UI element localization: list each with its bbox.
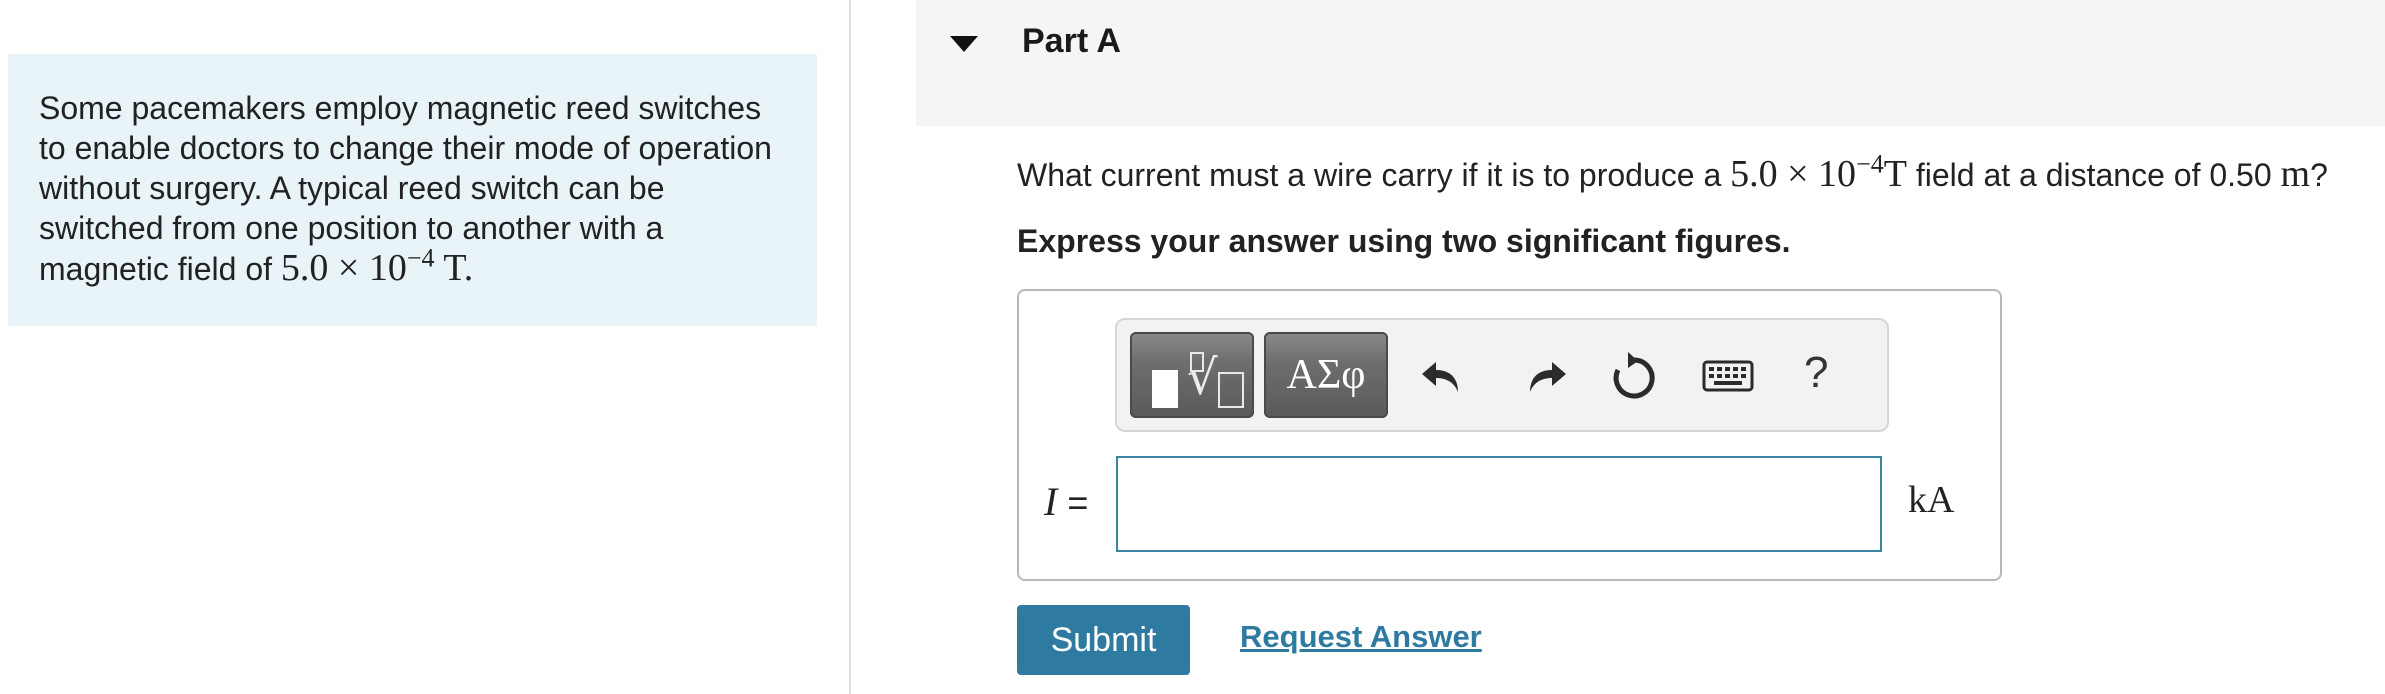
request-answer-link[interactable]: Request Answer [1240, 619, 1482, 655]
submit-button[interactable]: Submit [1017, 605, 1190, 675]
question-text: What current must a wire carry if it is … [1017, 149, 2328, 195]
answer-unit-label: kA [1908, 479, 1955, 521]
greek-symbols-label: ΑΣφ [1286, 352, 1366, 398]
redo-icon[interactable] [1514, 346, 1570, 406]
panel-divider [849, 0, 851, 694]
undo-icon[interactable] [1418, 346, 1474, 406]
radical-glyph: √ [1187, 350, 1218, 406]
answer-variable-label: I = [1044, 479, 1089, 524]
part-header [916, 0, 2385, 126]
reset-icon[interactable] [1606, 346, 1662, 406]
collapse-caret-icon[interactable] [950, 36, 978, 52]
part-title[interactable]: Part A [1022, 22, 1121, 61]
help-button[interactable]: ? [1804, 348, 1828, 398]
intro-panel: Some pacemakers employ magnetic reed swi… [8, 54, 817, 326]
keyboard-icon[interactable] [1700, 346, 1756, 406]
intro-field-value: 5.0 × 10−4 T. [280, 243, 474, 289]
instruction-text: Express your answer using two significan… [1017, 223, 1791, 259]
template-box [1218, 372, 1244, 408]
templates-radical-icon [1152, 370, 1178, 408]
answer-input[interactable] [1116, 456, 1882, 552]
